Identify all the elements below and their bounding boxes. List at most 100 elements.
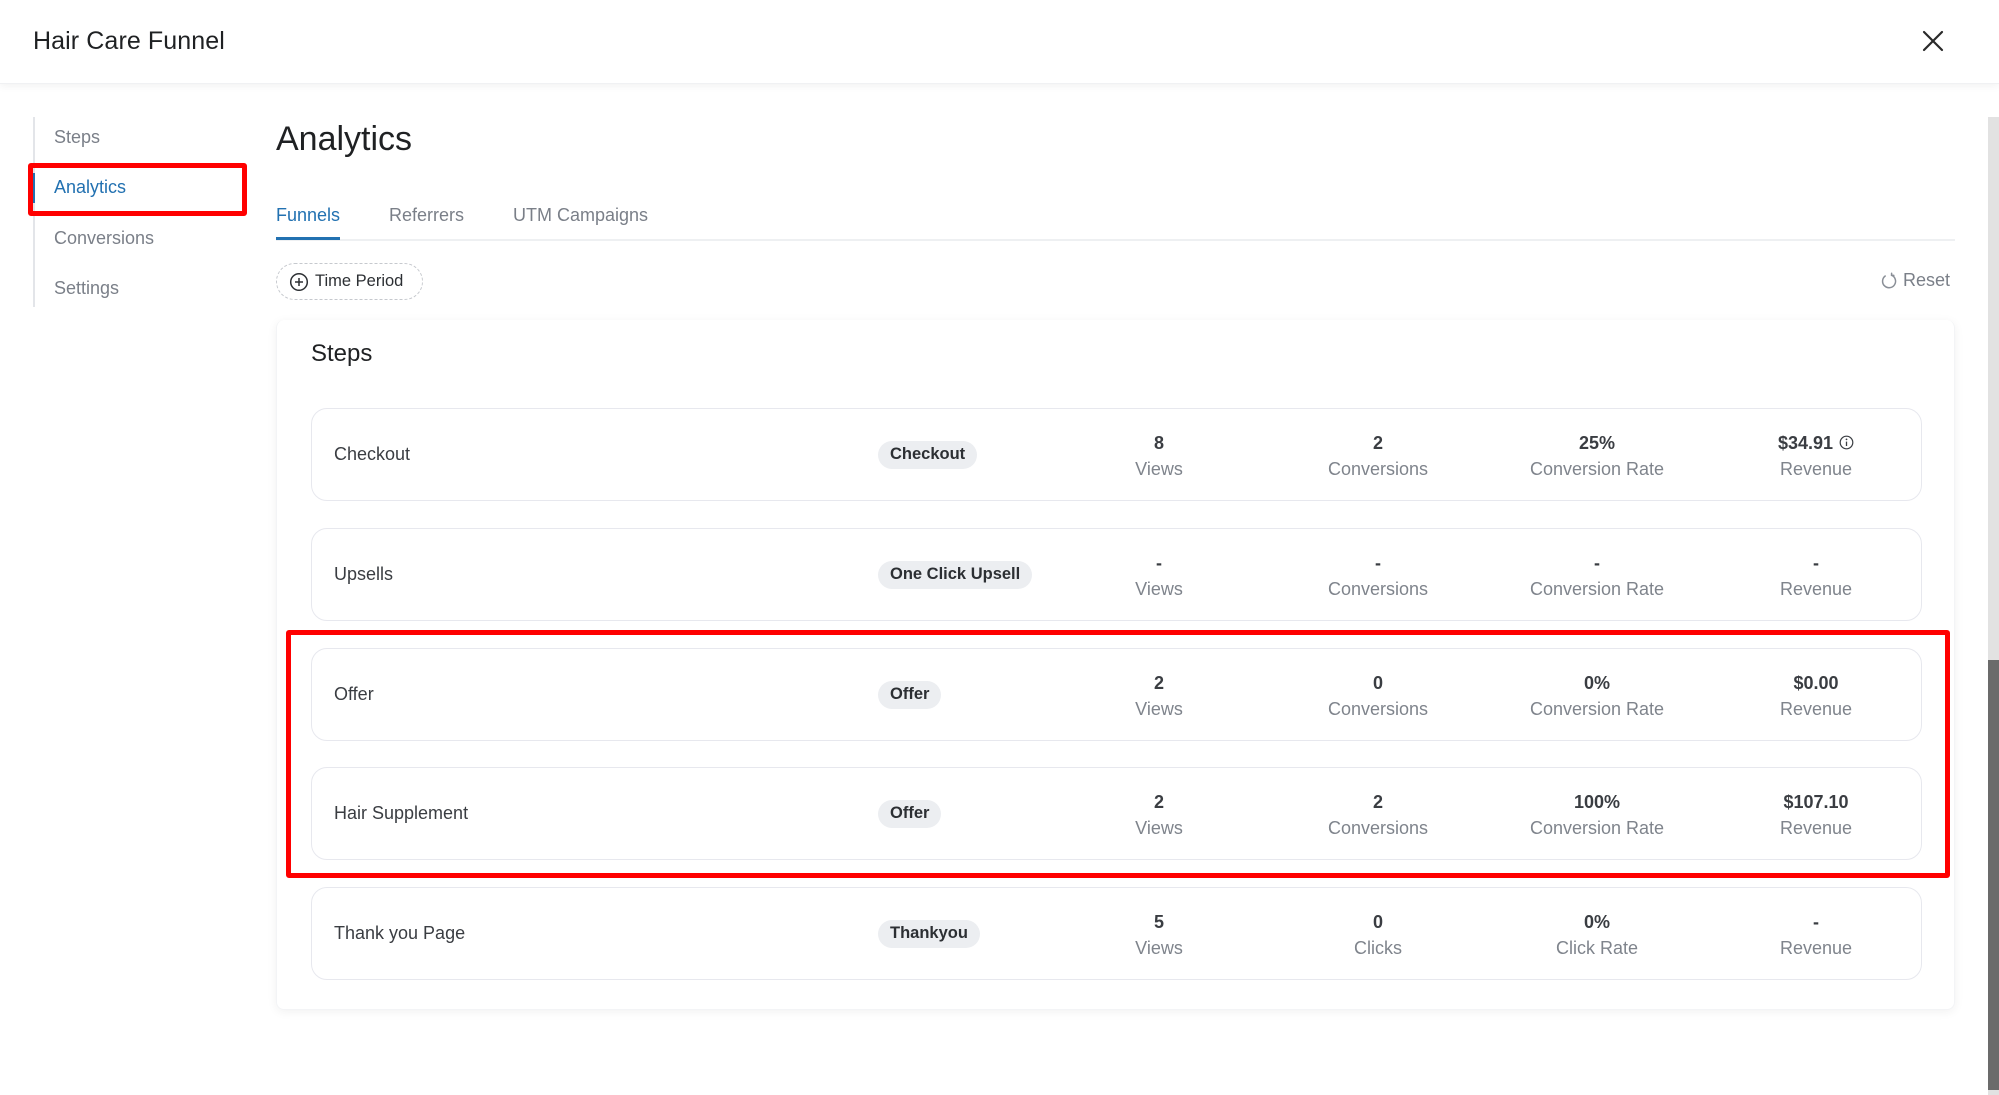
metric-label: Conversions — [1327, 458, 1429, 479]
metric-value: $34.91 — [1777, 432, 1834, 453]
metric-conversion-rate: 100% Conversion Rate — [1497, 768, 1697, 859]
metric-views: 5 Views — [1059, 888, 1259, 979]
modal-header: Hair Care Funnel — [0, 0, 1999, 84]
metric-label: Conversions — [1327, 817, 1429, 838]
metric-conversions: 2 Conversions — [1278, 409, 1478, 500]
metric-label: Views — [1135, 458, 1183, 479]
page-title: Analytics — [276, 120, 413, 158]
step-row-hair-supplement[interactable]: Hair Supplement Offer 2 Views 2 Conversi… — [311, 767, 1922, 860]
metric-views: - Views — [1059, 529, 1259, 620]
metric-label: Views — [1135, 698, 1183, 719]
close-icon — [1922, 30, 1944, 52]
sidebar-item-steps[interactable]: Steps — [54, 127, 100, 148]
metric-value: 100% — [1573, 791, 1621, 812]
step-row-checkout[interactable]: Checkout Checkout 8 Views 2 Conversions … — [311, 408, 1922, 501]
step-name: Upsells — [334, 564, 394, 584]
metric-value-wrap: $34.91 — [1778, 430, 1854, 456]
reset-button[interactable]: Reset — [1880, 270, 1950, 291]
metric-value: 2 — [1372, 432, 1383, 453]
metric-label: Conversion Rate — [1529, 817, 1665, 838]
metric-label: Revenue — [1779, 458, 1853, 479]
metric-revenue: $0.00 Revenue — [1716, 649, 1916, 740]
step-name: Thank you Page — [334, 923, 466, 943]
tab-referrers[interactable]: Referrers — [389, 200, 464, 241]
metric-value: 2 — [1153, 791, 1164, 812]
step-row-upsells[interactable]: Upsells One Click Upsell - Views - Conve… — [311, 528, 1922, 621]
metric-views: 2 Views — [1059, 768, 1259, 859]
step-row-offer[interactable]: Offer Offer 2 Views 0 Conversions 0% Con… — [311, 648, 1922, 741]
metric-value: - — [1813, 911, 1819, 932]
plus-circle-icon — [289, 272, 309, 291]
step-type-badge: Offer — [878, 680, 942, 709]
refresh-icon — [1881, 271, 1897, 288]
step-name: Hair Supplement — [334, 803, 469, 823]
metric-label: Click Rate — [1555, 937, 1639, 958]
metric-label: Views — [1135, 817, 1183, 838]
scrollbar-thumb[interactable] — [1988, 660, 1999, 1090]
info-icon[interactable] — [1839, 435, 1854, 450]
metric-label: Revenue — [1779, 698, 1853, 719]
reset-label: Reset — [1903, 270, 1951, 290]
metric-value: 0 — [1372, 672, 1383, 693]
metric-revenue: $107.10 Revenue — [1716, 768, 1916, 859]
metric-conversions: 2 Conversions — [1278, 768, 1478, 859]
time-period-label: Time Period — [315, 272, 404, 290]
metric-value: 0% — [1583, 911, 1610, 932]
step-row-thank-you-page[interactable]: Thank you Page Thankyou 5 Views 0 Clicks… — [311, 887, 1922, 980]
metric-value: $0.00 — [1793, 672, 1839, 693]
metric-label: Clicks — [1354, 937, 1402, 958]
close-button[interactable] — [1916, 24, 1950, 58]
metric-label: Revenue — [1779, 817, 1853, 838]
metric-value: $107.10 — [1783, 791, 1849, 812]
metric-label: Conversion Rate — [1529, 578, 1665, 599]
metric-value: - — [1156, 552, 1162, 573]
metric-value: 2 — [1372, 791, 1383, 812]
sidebar-nav: Steps Analytics Conversions Settings — [32, 117, 233, 307]
steps-card: Steps Checkout Checkout 8 Views 2 Conver… — [276, 320, 1955, 1010]
tab-funnels[interactable]: Funnels — [276, 200, 341, 240]
metric-views: 8 Views — [1059, 409, 1259, 500]
step-type-badge: Thankyou — [878, 919, 980, 948]
metric-label: Conversion Rate — [1529, 458, 1665, 479]
sidebar-item-settings[interactable]: Settings — [54, 278, 119, 299]
metric-conversions: 0 Conversions — [1278, 649, 1478, 740]
step-type-badge: Checkout — [878, 440, 978, 469]
metric-revenue: $34.91 Revenue — [1716, 409, 1916, 500]
funnel-title: Hair Care Funnel — [33, 27, 225, 55]
steps-heading: Steps — [311, 340, 373, 367]
sidebar-item-conversions[interactable]: Conversions — [54, 228, 154, 249]
metric-label: Conversions — [1327, 698, 1429, 719]
tab-utm-campaigns[interactable]: UTM Campaigns — [513, 200, 648, 241]
metric-clicks: 0 Clicks — [1278, 888, 1478, 979]
metric-value: 0% — [1583, 672, 1610, 693]
sidebar-item-analytics[interactable]: Analytics — [32, 173, 126, 203]
metric-label: Conversions — [1327, 578, 1429, 599]
metric-label: Revenue — [1779, 578, 1853, 599]
analytics-tabs: Funnels Referrers UTM Campaigns — [276, 200, 1955, 241]
step-name: Offer — [334, 684, 374, 704]
time-period-filter-button[interactable]: Time Period — [276, 263, 423, 300]
metric-value: 8 — [1153, 432, 1164, 453]
step-type-badge: One Click Upsell — [878, 560, 1033, 589]
metric-views: 2 Views — [1059, 649, 1259, 740]
step-type-badge: Offer — [878, 799, 942, 828]
metric-label: Conversion Rate — [1529, 698, 1665, 719]
metric-value: 5 — [1153, 911, 1164, 932]
metric-conversion-rate: - Conversion Rate — [1497, 529, 1697, 620]
metric-value: - — [1375, 552, 1381, 573]
metric-label: Revenue — [1779, 937, 1853, 958]
metric-conversion-rate: 25% Conversion Rate — [1497, 409, 1697, 500]
metric-conversions: - Conversions — [1278, 529, 1478, 620]
metric-value: 25% — [1578, 432, 1616, 453]
metric-label: Views — [1135, 578, 1183, 599]
metric-revenue: - Revenue — [1716, 529, 1916, 620]
metric-revenue: - Revenue — [1716, 888, 1916, 979]
step-name: Checkout — [334, 444, 411, 464]
metric-value: - — [1813, 552, 1819, 573]
metric-click-rate: 0% Click Rate — [1497, 888, 1697, 979]
metric-value: - — [1594, 552, 1600, 573]
metric-conversion-rate: 0% Conversion Rate — [1497, 649, 1697, 740]
metric-label: Views — [1135, 937, 1183, 958]
metric-value: 0 — [1372, 911, 1383, 932]
metric-value: 2 — [1153, 672, 1164, 693]
